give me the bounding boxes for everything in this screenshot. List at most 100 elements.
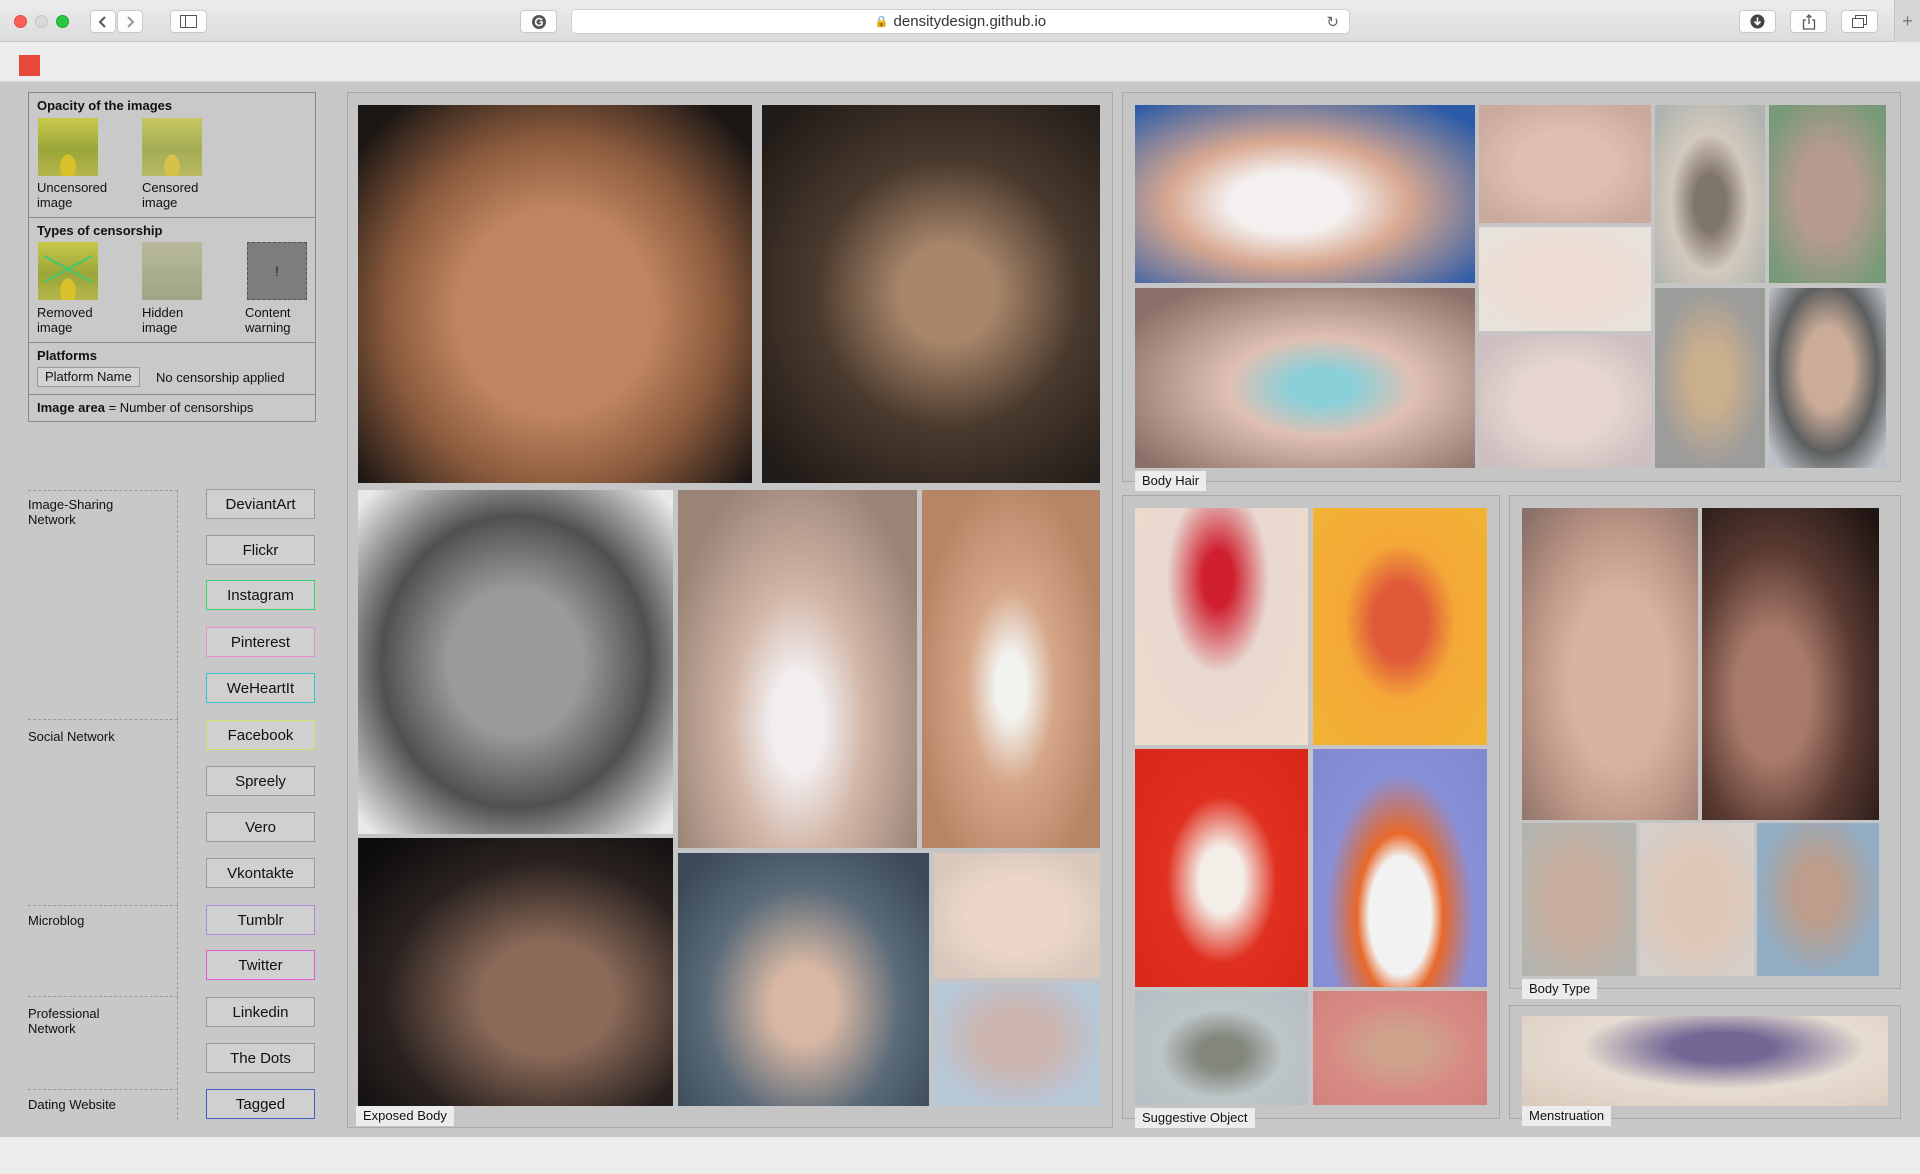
image-tile[interactable] — [1702, 508, 1879, 820]
image-tile[interactable] — [1522, 508, 1698, 820]
panel-body-hair: Body Hair — [1122, 92, 1901, 491]
legend-opacity-title: Opacity of the images — [37, 98, 173, 113]
image-tile[interactable] — [934, 983, 1100, 1106]
cross-out-icon — [43, 255, 93, 283]
category-microblog: Microblog — [28, 913, 85, 928]
share-button[interactable] — [1790, 10, 1827, 33]
image-tile[interactable] — [762, 105, 1100, 483]
image-tile[interactable] — [1522, 823, 1636, 976]
brand-logo-square[interactable] — [19, 55, 40, 76]
image-tile[interactable] — [1135, 991, 1308, 1105]
image-tile[interactable] — [1479, 335, 1651, 468]
sidebar-toggle-button[interactable] — [170, 10, 207, 33]
image-tile[interactable] — [1313, 508, 1487, 745]
image-tile[interactable] — [1522, 1016, 1888, 1106]
image-tile[interactable] — [358, 490, 673, 834]
page-footer — [0, 1137, 1920, 1174]
panel-suggestive-object: Suggestive Object — [1122, 495, 1500, 1128]
image-tile[interactable] — [1135, 508, 1308, 745]
platform-vero-button[interactable]: Vero — [206, 812, 315, 842]
platform-twitter-button[interactable]: Twitter — [206, 950, 315, 980]
address-bar[interactable]: 🔒 densitydesign.github.io ↻ — [571, 9, 1350, 34]
platform-spreely-button[interactable]: Spreely — [206, 766, 315, 796]
category-image-sharing: Image-Sharing Network — [28, 497, 114, 527]
url-text: densitydesign.github.io — [893, 13, 1047, 30]
new-tab-button[interactable]: + — [1894, 0, 1920, 42]
image-tile[interactable] — [678, 490, 917, 848]
legend-types-section: Types of censorship ! Removed image Hidd… — [29, 218, 315, 343]
category-dating-website: Dating Website — [28, 1097, 116, 1112]
sidebar-icon — [180, 15, 197, 28]
image-tile[interactable] — [922, 490, 1100, 848]
image-tile[interactable] — [1639, 823, 1754, 976]
removed-sample-thumbnail — [38, 242, 98, 300]
image-tile[interactable] — [1479, 105, 1651, 223]
removed-label: Removed image — [37, 305, 93, 335]
tabs-overview-button[interactable] — [1841, 10, 1878, 33]
platform-thedots-button[interactable]: The Dots — [206, 1043, 315, 1073]
image-tile[interactable] — [1313, 749, 1487, 987]
platform-vkontakte-button[interactable]: Vkontakte — [206, 858, 315, 888]
maximize-window-button[interactable] — [56, 15, 69, 28]
image-tile[interactable] — [1135, 105, 1475, 283]
platform-flickr-button[interactable]: Flickr — [206, 535, 315, 565]
image-tile[interactable] — [1655, 105, 1765, 283]
platform-weheartit-button[interactable]: WeHeartIt — [206, 673, 315, 703]
image-tile[interactable] — [678, 853, 929, 1106]
category-social-network: Social Network — [28, 729, 115, 744]
plus-icon: + — [1902, 10, 1913, 31]
image-tile[interactable] — [358, 838, 673, 1106]
image-tile[interactable] — [1655, 288, 1765, 468]
share-icon — [1802, 13, 1815, 30]
platform-tumblr-button[interactable]: Tumblr — [206, 905, 315, 935]
legend-types-title: Types of censorship — [37, 223, 163, 238]
legend-platforms-section: Platforms Platform Name No censorship ap… — [29, 343, 315, 395]
platform-pinterest-button[interactable]: Pinterest — [206, 627, 315, 657]
uncensored-sample-thumbnail — [38, 118, 98, 176]
no-censorship-label: No censorship applied — [156, 370, 285, 385]
image-tile[interactable] — [1757, 823, 1879, 976]
legend-box: Opacity of the images Uncensored image C… — [28, 92, 316, 422]
close-window-button[interactable] — [14, 15, 27, 28]
legend-platforms-title: Platforms — [37, 348, 97, 363]
chevron-right-icon — [127, 15, 135, 28]
category-divider — [28, 490, 178, 491]
browser-toolbar: 🔒 densitydesign.github.io ↻ + — [0, 0, 1920, 42]
area-text-label: = Number of censorships — [108, 400, 254, 415]
back-button[interactable] — [90, 10, 116, 33]
censored-sample-thumbnail — [142, 118, 202, 176]
platform-tagged-button[interactable]: Tagged — [206, 1089, 315, 1119]
panel-label-exposed-body: Exposed Body — [356, 1106, 454, 1126]
downloads-button[interactable] — [1739, 10, 1776, 33]
panel-menstruation: Menstruation — [1509, 1005, 1901, 1126]
uncensored-label: Uncensored image — [37, 180, 108, 210]
image-tile[interactable] — [1135, 288, 1475, 468]
image-tile[interactable] — [1769, 288, 1886, 468]
reload-icon[interactable]: ↻ — [1326, 13, 1339, 31]
image-tile[interactable] — [1479, 227, 1651, 331]
minimize-window-button[interactable] — [35, 15, 48, 28]
platform-deviantart-button[interactable]: DeviantArt — [206, 489, 315, 519]
extension-button[interactable] — [520, 10, 557, 33]
category-divider — [28, 996, 178, 997]
image-tile[interactable] — [934, 853, 1100, 978]
image-tile[interactable] — [1769, 105, 1886, 283]
forward-button[interactable] — [117, 10, 143, 33]
platform-instagram-button[interactable]: Instagram — [206, 580, 315, 610]
image-tile[interactable] — [1313, 991, 1487, 1105]
panel-label-body-hair: Body Hair — [1135, 471, 1207, 491]
image-tile[interactable] — [358, 105, 752, 483]
grammar-extension-icon — [531, 14, 546, 29]
panel-exposed-body: Exposed Body — [347, 92, 1113, 1128]
page-header — [0, 43, 1920, 82]
platform-linkedin-button[interactable]: Linkedin — [206, 997, 315, 1027]
category-divider — [28, 905, 178, 906]
area-bold-label: Image area — [37, 400, 105, 415]
panel-label-body-type: Body Type — [1522, 979, 1598, 999]
lock-icon: 🔒 — [874, 16, 889, 28]
image-tile[interactable] — [1135, 749, 1308, 987]
platform-facebook-button[interactable]: Facebook — [206, 720, 315, 750]
content-warning-sample: ! — [247, 242, 307, 300]
category-divider — [28, 719, 178, 720]
chevron-left-icon — [98, 15, 106, 28]
